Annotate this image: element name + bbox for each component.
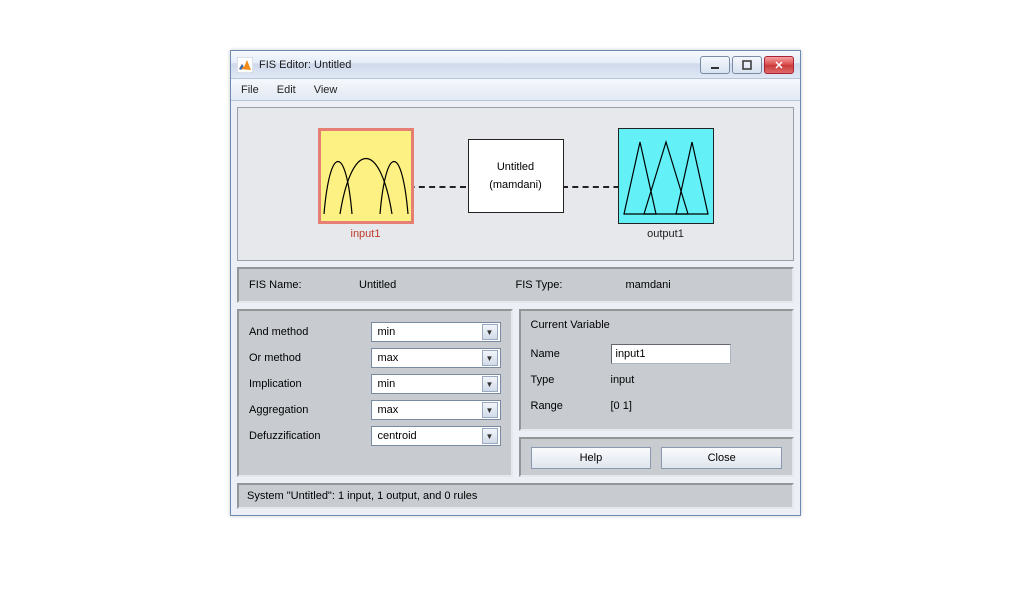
titlebar[interactable]: FIS Editor: Untitled: [231, 51, 800, 79]
current-variable-panel: Current Variable Name input1 Type input …: [519, 309, 795, 431]
current-type-value: input: [611, 374, 783, 386]
matlab-app-icon: [237, 57, 253, 73]
current-name-label: Name: [531, 348, 611, 360]
aggregation-dropdown[interactable]: max ▼: [371, 400, 501, 420]
rule-block-name: Untitled: [497, 161, 534, 173]
status-text: System "Untitled": 1 input, 1 output, an…: [247, 490, 477, 502]
aggregation-value: max: [378, 404, 399, 416]
output-variable-box[interactable]: [618, 128, 714, 224]
defuzzification-value: centroid: [378, 430, 417, 442]
or-method-dropdown[interactable]: max ▼: [371, 348, 501, 368]
close-icon: [774, 60, 784, 70]
implication-value: min: [378, 378, 396, 390]
menu-edit[interactable]: Edit: [273, 82, 300, 98]
current-name-value: input1: [616, 348, 646, 360]
current-variable-heading: Current Variable: [531, 319, 783, 341]
menu-view[interactable]: View: [310, 82, 342, 98]
current-range-value: [0 1]: [611, 400, 783, 412]
chevron-down-icon: ▼: [482, 428, 498, 444]
fis-name-label: FIS Name:: [249, 279, 359, 291]
or-method-value: max: [378, 352, 399, 364]
defuzzification-label: Defuzzification: [249, 430, 371, 442]
aggregation-label: Aggregation: [249, 404, 371, 416]
chevron-down-icon: ▼: [482, 350, 498, 366]
output-variable-label: output1: [647, 228, 684, 240]
fis-name-value: Untitled: [359, 279, 516, 291]
input-variable-box[interactable]: [318, 128, 414, 224]
chevron-down-icon: ▼: [482, 402, 498, 418]
menu-file[interactable]: File: [237, 82, 263, 98]
window-title: FIS Editor: Untitled: [259, 59, 700, 71]
current-name-field[interactable]: input1: [611, 344, 731, 364]
current-type-label: Type: [531, 374, 611, 386]
input-variable-label: input1: [351, 228, 381, 240]
rule-block-node[interactable]: Untitled (mamdani) .: [468, 139, 564, 229]
and-method-dropdown[interactable]: min ▼: [371, 322, 501, 342]
close-button[interactable]: Close: [661, 447, 782, 469]
maximize-icon: [742, 60, 752, 70]
chevron-down-icon: ▼: [482, 376, 498, 392]
current-range-label: Range: [531, 400, 611, 412]
methods-panel: And method min ▼ Or method max ▼ Implica…: [237, 309, 513, 477]
status-bar: System "Untitled": 1 input, 1 output, an…: [237, 483, 794, 509]
membership-plot-icon: [322, 134, 410, 218]
right-column: Current Variable Name input1 Type input …: [519, 309, 795, 477]
minimize-button[interactable]: [700, 56, 730, 74]
close-window-button[interactable]: [764, 56, 794, 74]
fis-editor-window: FIS Editor: Untitled File Edit View: [230, 50, 801, 516]
and-method-label: And method: [249, 326, 371, 338]
output-variable-node[interactable]: output1: [618, 128, 714, 240]
or-method-label: Or method: [249, 352, 371, 364]
content-area: input1 Untitled (mamdani) .: [231, 101, 800, 515]
chevron-down-icon: ▼: [482, 324, 498, 340]
fis-type-label: FIS Type:: [516, 279, 626, 291]
help-button-label: Help: [580, 452, 603, 464]
fis-info-bar: FIS Name: Untitled FIS Type: mamdani: [237, 267, 794, 303]
minimize-icon: [710, 60, 720, 70]
diagram-panel: input1 Untitled (mamdani) .: [237, 107, 794, 261]
lower-grid: And method min ▼ Or method max ▼ Implica…: [237, 309, 794, 477]
fis-type-value: mamdani: [626, 279, 783, 291]
rule-block-box[interactable]: Untitled (mamdani): [468, 139, 564, 213]
help-button[interactable]: Help: [531, 447, 652, 469]
implication-dropdown[interactable]: min ▼: [371, 374, 501, 394]
button-panel: Help Close: [519, 437, 795, 477]
membership-plot-icon: [622, 134, 710, 218]
implication-label: Implication: [249, 378, 371, 390]
close-button-label: Close: [708, 452, 736, 464]
and-method-value: min: [378, 326, 396, 338]
input-variable-node[interactable]: input1: [318, 128, 414, 240]
menubar: File Edit View: [231, 79, 800, 101]
maximize-button[interactable]: [732, 56, 762, 74]
rule-block-type: (mamdani): [489, 179, 542, 191]
defuzzification-dropdown[interactable]: centroid ▼: [371, 426, 501, 446]
